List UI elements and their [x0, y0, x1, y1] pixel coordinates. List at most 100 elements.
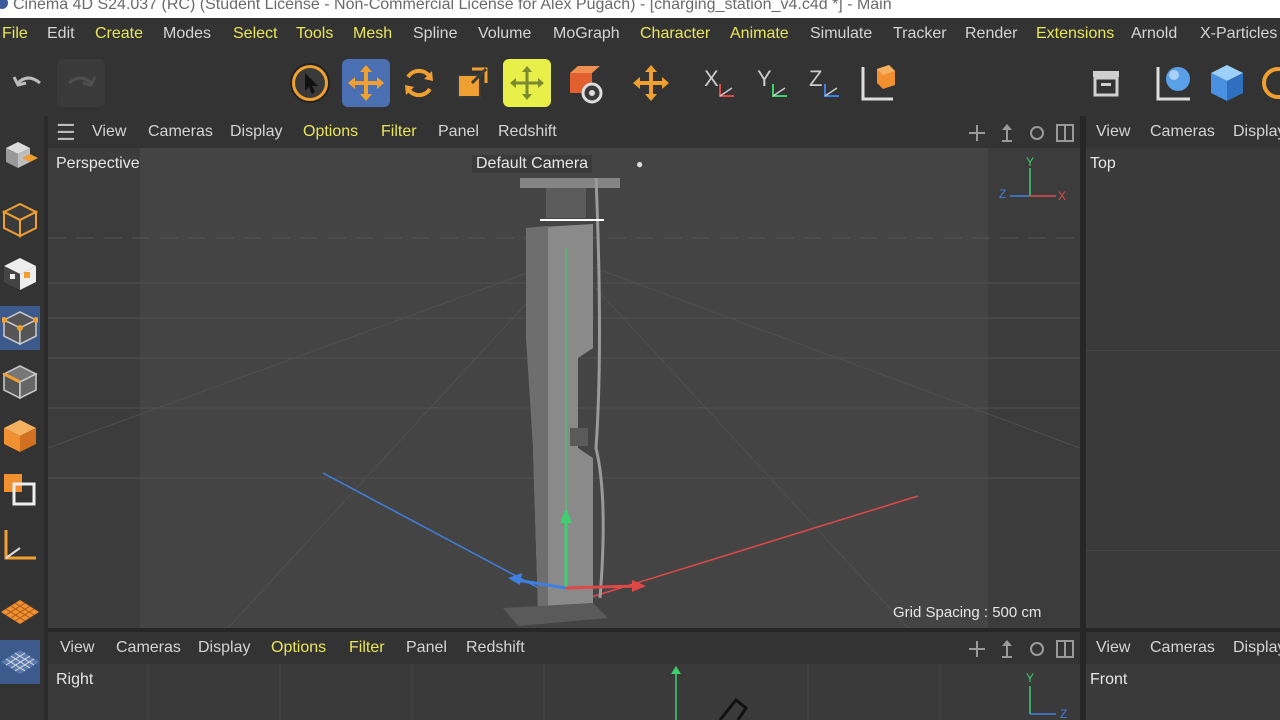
render-view-icon[interactable]: [1150, 59, 1198, 107]
menu-mograph[interactable]: MoGraph: [553, 25, 620, 43]
top-viewport-menu: View Cameras Display: [1086, 116, 1280, 148]
perspective-menu-filter[interactable]: Filter: [381, 123, 417, 141]
edges-mode-icon[interactable]: [0, 360, 40, 404]
right-menu-redshift[interactable]: Redshift: [466, 639, 525, 657]
perspective-viewport-menu: ☰ View Cameras Display Options Filter Pa…: [48, 116, 1080, 148]
maximize-view-icon[interactable]: [1056, 640, 1074, 658]
svg-text:Y: Y: [757, 66, 772, 91]
svg-text:Z: Z: [809, 66, 822, 91]
grid-spacing-label: Grid Spacing : 500 cm: [893, 604, 1042, 621]
top-viewport[interactable]: Top: [1086, 148, 1280, 628]
menu-simulate[interactable]: Simulate: [810, 25, 872, 43]
menu-edit[interactable]: Edit: [47, 25, 75, 43]
camera-icon[interactable]: ●: [636, 157, 650, 171]
move-tool-icon[interactable]: [627, 59, 675, 107]
cube-object-icon[interactable]: [1203, 59, 1251, 107]
menu-tracker[interactable]: Tracker: [893, 25, 947, 43]
viewport-scene: Y X Z: [48, 148, 1080, 628]
render-region-icon[interactable]: [1082, 59, 1130, 107]
live-selection-icon[interactable]: [286, 59, 334, 107]
right-menu-options[interactable]: Options: [271, 639, 326, 657]
right-menu-panel[interactable]: Panel: [406, 639, 447, 657]
right-viewport-scene: Y Z: [147, 664, 1067, 720]
axis-icon[interactable]: [0, 524, 40, 568]
points-mode-icon[interactable]: [0, 306, 40, 350]
pan-view-icon[interactable]: [968, 124, 986, 142]
menu-file[interactable]: File: [2, 25, 28, 43]
perspective-viewport-label[interactable]: Perspective: [56, 155, 140, 173]
maximize-view-icon[interactable]: [1056, 124, 1074, 142]
front-menu-view[interactable]: View: [1096, 639, 1130, 657]
right-menu-cameras[interactable]: Cameras: [116, 639, 181, 657]
front-viewport-label[interactable]: Front: [1090, 671, 1127, 689]
perspective-menu-cameras[interactable]: Cameras: [148, 123, 213, 141]
menu-animate[interactable]: Animate: [730, 25, 789, 43]
menu-tools[interactable]: Tools: [296, 25, 333, 43]
menu-spline[interactable]: Spline: [413, 25, 457, 43]
rotate-icon[interactable]: [395, 59, 443, 107]
top-menu-view[interactable]: View: [1096, 123, 1130, 141]
menu-x-particles[interactable]: X-Particles: [1200, 25, 1277, 43]
menu-create[interactable]: Create: [95, 25, 143, 43]
polygons-mode-icon[interactable]: [0, 414, 40, 458]
cube-mode-icon[interactable]: [0, 198, 40, 242]
zoom-view-icon[interactable]: [998, 124, 1016, 142]
viewport-menu-hamburger-icon[interactable]: ☰: [56, 120, 76, 146]
perspective-menu-view[interactable]: View: [92, 123, 126, 141]
z-axis-lock-icon[interactable]: Z: [800, 59, 848, 107]
top-grid-line: [1086, 550, 1280, 551]
orientation-gizmo: Y X Z: [999, 155, 1066, 203]
menu-select[interactable]: Select: [233, 25, 277, 43]
svg-text:X: X: [1058, 189, 1066, 203]
grid-icon[interactable]: [0, 590, 40, 634]
x-axis-lock-icon[interactable]: X: [695, 59, 743, 107]
perspective-menu-options[interactable]: Options: [303, 123, 358, 141]
menu-mesh[interactable]: Mesh: [353, 25, 392, 43]
perspective-menu-display[interactable]: Display: [230, 123, 282, 141]
window-title: Cinema 4D S24.037 (RC) (Student License …: [13, 0, 892, 13]
coordinate-system-icon[interactable]: [853, 59, 901, 107]
top-menu-display[interactable]: Display: [1233, 123, 1280, 141]
zoom-view-icon[interactable]: [998, 640, 1016, 658]
cinema4d-logo-icon: [0, 0, 8, 10]
more-objects-icon[interactable]: [1256, 59, 1280, 107]
perspective-menu-panel[interactable]: Panel: [438, 123, 479, 141]
undo-icon[interactable]: [4, 59, 52, 107]
object-axis-icon[interactable]: [560, 59, 608, 107]
front-menu-cameras[interactable]: Cameras: [1150, 639, 1215, 657]
right-viewport[interactable]: Y Z Right: [48, 664, 1080, 720]
move-icon[interactable]: [342, 59, 390, 107]
window-titlebar: Cinema 4D S24.037 (RC) (Student License …: [0, 0, 1280, 18]
snap-icon[interactable]: [0, 640, 40, 684]
uv-mode-icon[interactable]: [0, 466, 40, 510]
svg-text:Z: Z: [1060, 707, 1067, 720]
svg-text:Y: Y: [1026, 155, 1034, 169]
right-viewport-label[interactable]: Right: [56, 671, 93, 689]
right-menu-view[interactable]: View: [60, 639, 94, 657]
menu-render[interactable]: Render: [965, 25, 1017, 43]
scale-icon[interactable]: [448, 59, 496, 107]
front-menu-display[interactable]: Display: [1233, 639, 1280, 657]
orbit-view-icon[interactable]: [1028, 124, 1046, 142]
redo-icon[interactable]: [57, 59, 105, 107]
pan-view-icon[interactable]: [968, 640, 986, 658]
menu-extensions[interactable]: Extensions: [1036, 25, 1114, 43]
front-viewport[interactable]: Front: [1086, 664, 1280, 720]
menu-volume[interactable]: Volume: [478, 25, 531, 43]
menu-arnold[interactable]: Arnold: [1131, 25, 1177, 43]
right-menu-display[interactable]: Display: [198, 639, 250, 657]
perspective-viewport[interactable]: Y X Z Perspective Default Camera ● Grid …: [48, 148, 1080, 628]
top-viewport-label[interactable]: Top: [1090, 155, 1116, 173]
default-camera-label[interactable]: Default Camera: [472, 155, 593, 173]
perspective-menu-redshift[interactable]: Redshift: [498, 123, 557, 141]
top-menu-cameras[interactable]: Cameras: [1150, 123, 1215, 141]
make-editable-icon[interactable]: [0, 132, 40, 176]
y-axis-lock-icon[interactable]: Y: [748, 59, 796, 107]
transform-icon[interactable]: [503, 59, 551, 107]
orbit-view-icon[interactable]: [1028, 640, 1046, 658]
menu-modes[interactable]: Modes: [163, 25, 211, 43]
main-menubar: File Edit Create Modes Select Tools Mesh…: [0, 18, 1280, 50]
menu-character[interactable]: Character: [640, 25, 710, 43]
checker-icon[interactable]: [0, 252, 40, 296]
right-menu-filter[interactable]: Filter: [349, 639, 385, 657]
